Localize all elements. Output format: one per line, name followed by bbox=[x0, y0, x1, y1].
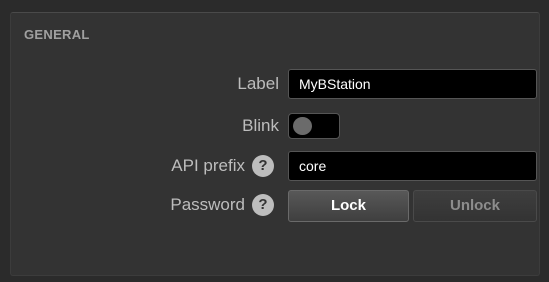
section-title: GENERAL bbox=[24, 27, 90, 42]
password-help-icon[interactable]: ? bbox=[252, 194, 274, 216]
toggle-knob bbox=[293, 117, 312, 135]
settings-window: GENERAL Label MyBStation Blink API prefi… bbox=[0, 0, 549, 282]
unlock-button[interactable]: Unlock bbox=[413, 190, 537, 222]
label-input[interactable]: MyBStation bbox=[288, 69, 537, 99]
general-panel bbox=[10, 12, 540, 276]
blink-field-label: Blink bbox=[242, 116, 279, 135]
password-field-label: Password bbox=[170, 195, 245, 214]
label-field-label: Label bbox=[237, 74, 279, 93]
blink-toggle[interactable] bbox=[288, 113, 340, 139]
api-prefix-row: API prefix ? core bbox=[0, 151, 549, 181]
lock-button[interactable]: Lock bbox=[288, 190, 409, 222]
password-row: Password ? Lock Unlock bbox=[0, 190, 549, 222]
api-prefix-field-label: API prefix bbox=[171, 156, 245, 175]
label-row: Label MyBStation bbox=[0, 69, 549, 99]
blink-row: Blink bbox=[0, 111, 549, 141]
api-prefix-input[interactable]: core bbox=[288, 151, 537, 181]
api-prefix-help-icon[interactable]: ? bbox=[252, 155, 274, 177]
